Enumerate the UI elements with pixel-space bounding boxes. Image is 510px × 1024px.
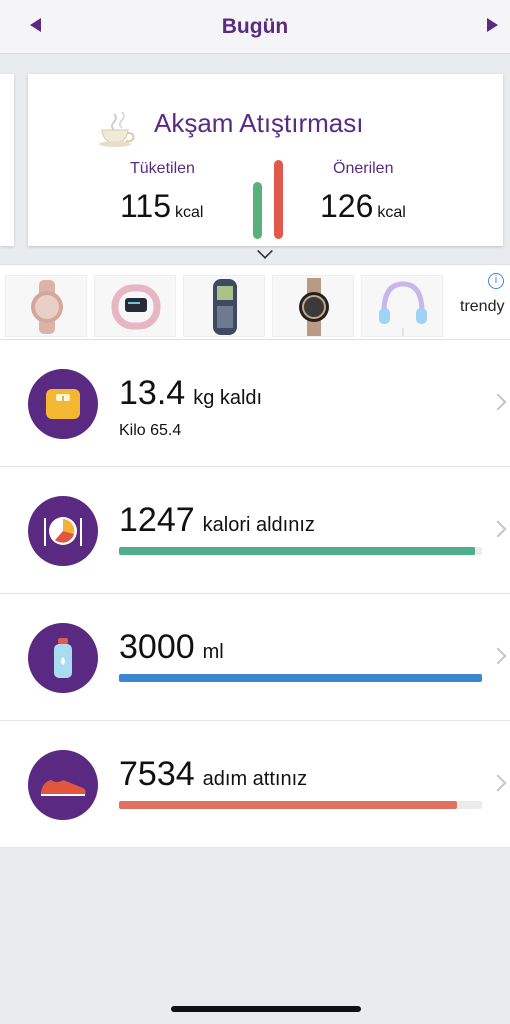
phone-icon	[213, 279, 237, 335]
water-bottle-icon	[28, 623, 98, 693]
calories-progress-fill	[119, 547, 475, 555]
weight-value: 13.4	[119, 374, 186, 412]
steps-value: 7534	[119, 755, 195, 793]
water-progress-fill	[119, 674, 482, 682]
consumed-unit: kcal	[175, 204, 204, 221]
water-amount: 3000 ml	[119, 628, 224, 667]
weight-suffix: kg kaldı	[193, 387, 263, 409]
steps-progress-track	[119, 801, 482, 809]
meal-carousel[interactable]: Akşam Atıştırması Tüketilen 115 kcal Öner…	[0, 54, 510, 264]
headphones-icon	[379, 281, 427, 336]
consumed-bar	[253, 182, 262, 239]
fashion-watch-icon	[299, 278, 329, 336]
recommended-value: 126	[320, 188, 374, 224]
ad-product-phone[interactable]	[183, 275, 265, 337]
water-progress-track	[119, 674, 482, 682]
calories-value: 1247	[119, 501, 195, 539]
steps-count: 7534 adım attınız	[119, 755, 307, 794]
consumed-label: Tüketilen	[130, 160, 195, 177]
recommended-label: Önerilen	[333, 160, 394, 177]
steps-progress-fill	[119, 801, 457, 809]
calories-taken: 1247 kalori aldınız	[119, 501, 315, 540]
consumed-value: 115	[120, 188, 172, 224]
chevron-right-icon[interactable]	[489, 774, 507, 792]
consumed-kcal: 115 kcal	[120, 188, 203, 225]
date-title: Bugün	[221, 15, 289, 38]
home-indicator[interactable]	[171, 1006, 361, 1012]
water-row[interactable]: 3000 ml	[0, 594, 510, 721]
weight-row[interactable]: 13.4 kg kaldı Kilo 65.4	[0, 340, 510, 467]
ad-product-fitness-band[interactable]	[94, 275, 176, 337]
chevron-right-icon[interactable]	[489, 520, 507, 538]
ad-banner[interactable]: i trendy	[0, 264, 510, 340]
ad-brand-label: trendy	[460, 298, 505, 315]
plate-icon	[28, 496, 98, 566]
ad-product-smartwatch[interactable]	[5, 275, 87, 337]
ad-product-fashion-watch[interactable]	[272, 275, 354, 337]
meal-title: Akşam Atıştırması	[154, 108, 364, 138]
fitness-band-icon	[111, 284, 161, 330]
next-day-arrow-icon[interactable]	[487, 18, 498, 32]
recommended-kcal: 126 kcal	[320, 188, 406, 225]
chevron-right-icon[interactable]	[489, 393, 507, 411]
steps-row[interactable]: 7534 adım attınız	[0, 721, 510, 848]
scale-icon	[28, 369, 98, 439]
recommended-bar	[274, 160, 283, 239]
calories-suffix: kalori aldınız	[202, 514, 315, 536]
previous-meal-card[interactable]	[0, 74, 14, 246]
water-suffix: ml	[202, 641, 224, 663]
date-header: Bugün	[0, 0, 510, 54]
daily-summary-list: 13.4 kg kaldı Kilo 65.4 1247 kalori aldını…	[0, 340, 510, 848]
ad-info-icon[interactable]: i	[488, 273, 504, 289]
ad-product-headphones[interactable]	[361, 275, 443, 337]
steps-suffix: adım attınız	[202, 768, 308, 790]
tea-cup-icon	[99, 112, 135, 147]
calories-row[interactable]: 1247 kalori aldınız	[0, 467, 510, 594]
calories-progress-track	[119, 547, 482, 555]
chevron-right-icon[interactable]	[489, 647, 507, 665]
water-value: 3000	[119, 628, 195, 666]
expand-chevron-icon[interactable]	[257, 243, 273, 259]
smartwatch-icon	[31, 280, 63, 334]
current-weight: Kilo 65.4	[119, 422, 182, 439]
meal-card[interactable]: Akşam Atıştırması Tüketilen 115 kcal Öner…	[28, 74, 503, 259]
sneaker-icon	[28, 750, 98, 820]
weight-remaining: 13.4 kg kaldı	[119, 374, 262, 413]
recommended-unit: kcal	[377, 204, 406, 221]
